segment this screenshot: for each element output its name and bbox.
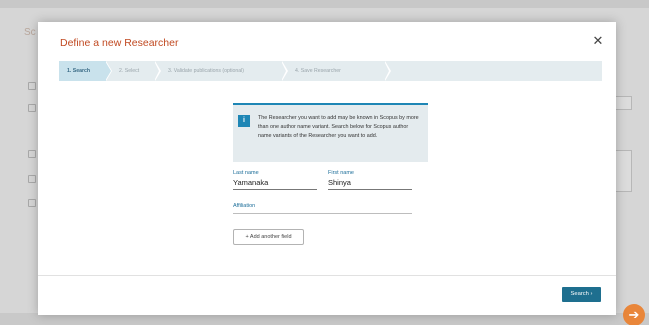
step-select[interactable]: 2. Select xyxy=(111,61,156,81)
info-icon: i xyxy=(238,115,250,127)
info-text: The Researcher you want to add may be kn… xyxy=(258,115,419,139)
step-label: 2. Select xyxy=(119,68,140,74)
last-name-label: Last name xyxy=(233,170,259,176)
last-name-underline xyxy=(233,189,317,190)
dialog-title: Define a new Researcher xyxy=(60,37,179,49)
step-search[interactable]: 1. Search xyxy=(59,61,106,81)
step-divider xyxy=(281,61,286,81)
add-another-field-button[interactable]: + Add another field xyxy=(233,229,304,245)
background-header xyxy=(0,0,649,8)
background-logo-text: Sc xyxy=(24,27,36,38)
search-button[interactable]: Search › xyxy=(562,287,601,302)
step-divider xyxy=(154,61,159,81)
first-name-field[interactable]: Shinya xyxy=(328,178,351,187)
close-icon[interactable]: ✕ xyxy=(591,34,605,48)
last-name-field[interactable]: Yamanaka xyxy=(233,178,268,187)
step-label: 3. Validate publications (optional) xyxy=(168,68,245,74)
affiliation-underline xyxy=(233,213,412,214)
background-sidebar-icon xyxy=(28,82,36,90)
step-save-researcher[interactable]: 4. Save Researcher xyxy=(287,61,387,81)
info-notice: i The Researcher you want to add may be … xyxy=(233,103,428,162)
footer-divider xyxy=(38,275,616,276)
background-sidebar-icon xyxy=(28,104,36,112)
step-divider xyxy=(384,61,389,81)
step-label: 4. Save Researcher xyxy=(295,68,341,74)
define-researcher-dialog: Define a new Researcher ✕ 1. Search 2. S… xyxy=(38,22,616,315)
first-name-underline xyxy=(328,189,412,190)
step-validate-publications[interactable]: 3. Validate publications (optional) xyxy=(160,61,284,81)
arrow-circle-icon[interactable]: ➔ xyxy=(623,304,645,325)
first-name-label: First name xyxy=(328,170,354,176)
step-label: 1. Search xyxy=(67,68,91,74)
background-sidebar-icon xyxy=(28,199,36,207)
wizard-stepper: 1. Search 2. Select 3. Validate publicat… xyxy=(59,61,602,81)
background-sidebar-icon xyxy=(28,150,36,158)
background-sidebar-icon xyxy=(28,175,36,183)
